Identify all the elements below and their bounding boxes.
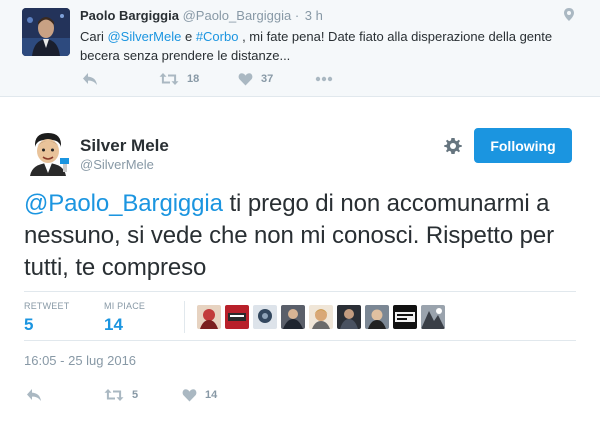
author-name[interactable]: Silver Mele bbox=[80, 136, 169, 156]
liker-avatar[interactable] bbox=[253, 305, 277, 329]
like-button[interactable]: 14 bbox=[182, 386, 217, 404]
more-icon bbox=[315, 76, 333, 82]
retweet-stat-label: RETWEET bbox=[24, 301, 70, 311]
like-button[interactable]: 37 bbox=[238, 70, 273, 88]
author-handle[interactable]: @SilverMele bbox=[80, 157, 154, 173]
tweet-timestamp[interactable]: 16:05 - 25 lug 2016 bbox=[24, 353, 136, 369]
parent-name[interactable]: Paolo Bargiggia bbox=[80, 8, 179, 23]
parent-handle[interactable]: @Paolo_Bargiggia bbox=[183, 8, 292, 23]
reply-button[interactable] bbox=[26, 386, 42, 404]
like-stat[interactable]: MI PIACE 14 bbox=[104, 301, 145, 336]
avatar-image bbox=[22, 8, 70, 56]
text-fragment: e bbox=[181, 29, 196, 44]
retweet-stat[interactable]: RETWEET 5 bbox=[24, 301, 69, 336]
hashtag-link[interactable]: #Corbo bbox=[196, 29, 239, 44]
retweet-stat-value: 5 bbox=[24, 315, 34, 334]
avatar-image bbox=[24, 128, 72, 176]
reply-icon bbox=[27, 389, 41, 401]
parent-tweet[interactable]: Paolo Bargiggia @Paolo_Bargiggia · 3 h C… bbox=[0, 0, 600, 97]
parent-time[interactable]: 3 h bbox=[305, 8, 323, 23]
retweet-icon bbox=[159, 73, 179, 85]
liker-avatar[interactable] bbox=[337, 305, 361, 329]
chevron-down-icon[interactable] bbox=[562, 6, 576, 22]
liker-avatar[interactable] bbox=[281, 305, 305, 329]
liker-avatar[interactable] bbox=[393, 305, 417, 329]
like-icon bbox=[182, 389, 197, 402]
separator-dot: · bbox=[294, 8, 300, 23]
gear-icon[interactable] bbox=[443, 136, 463, 156]
liker-avatar[interactable] bbox=[309, 305, 333, 329]
divider bbox=[24, 340, 576, 341]
divider bbox=[24, 291, 576, 292]
liker-avatar[interactable] bbox=[365, 305, 389, 329]
retweet-button[interactable]: 18 bbox=[159, 70, 199, 88]
retweet-count: 18 bbox=[187, 73, 200, 85]
mention-link[interactable]: @SilverMele bbox=[107, 29, 181, 44]
liker-avatars bbox=[197, 305, 449, 329]
retweet-count: 5 bbox=[132, 389, 139, 401]
like-icon bbox=[238, 73, 253, 86]
following-button[interactable]: Following bbox=[474, 128, 572, 163]
retweet-icon bbox=[104, 389, 124, 401]
main-tweet-text: @Paolo_Bargiggia ti prego di non accomun… bbox=[24, 188, 579, 284]
like-count: 37 bbox=[261, 73, 274, 85]
mention-link[interactable]: @Paolo_Bargiggia bbox=[24, 190, 223, 217]
retweet-button[interactable]: 5 bbox=[104, 386, 138, 404]
liker-avatar[interactable] bbox=[197, 305, 221, 329]
like-count: 14 bbox=[205, 389, 218, 401]
liker-avatar[interactable] bbox=[225, 305, 249, 329]
like-stat-value: 14 bbox=[104, 315, 123, 334]
main-action-bar: 5 14 bbox=[24, 386, 324, 404]
parent-tweet-text: Cari @SilverMele e #Corbo , mi fate pena… bbox=[80, 27, 585, 65]
more-button[interactable] bbox=[315, 70, 333, 88]
like-stat-label: MI PIACE bbox=[104, 301, 146, 311]
liker-avatar[interactable] bbox=[421, 305, 445, 329]
parent-action-bar: 18 37 bbox=[80, 70, 380, 88]
main-avatar[interactable] bbox=[24, 128, 72, 176]
stat-divider bbox=[184, 301, 185, 333]
text-fragment: Cari bbox=[80, 29, 108, 44]
reply-icon bbox=[83, 73, 97, 85]
parent-header: Paolo Bargiggia @Paolo_Bargiggia · 3 h bbox=[80, 8, 323, 24]
reply-button[interactable] bbox=[82, 70, 98, 88]
parent-avatar[interactable] bbox=[22, 8, 70, 56]
